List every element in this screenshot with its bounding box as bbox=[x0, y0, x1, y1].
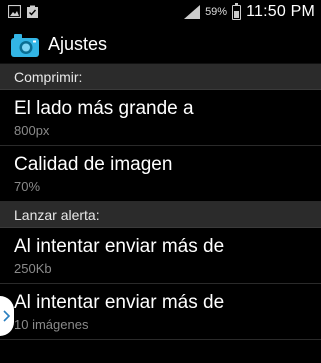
clipboard-check-icon bbox=[27, 5, 38, 18]
pref-summary: 70% bbox=[14, 179, 41, 194]
pref-summary: 800px bbox=[14, 123, 50, 138]
clock: 11:50 PM bbox=[246, 3, 315, 20]
status-bar: 59% 11:50 PM bbox=[0, 0, 321, 24]
pref-title: El lado más grande a bbox=[14, 98, 194, 119]
signal-icon bbox=[184, 5, 201, 19]
battery-icon bbox=[232, 2, 242, 20]
pref-title: Al intentar enviar más de bbox=[14, 236, 225, 257]
category-lanzar-alerta: Lanzar alerta: bbox=[0, 202, 321, 228]
pref-title: Calidad de imagen bbox=[14, 154, 173, 175]
pref-summary: 10 imágenes bbox=[14, 317, 89, 332]
category-comprimir: Comprimir: bbox=[0, 64, 321, 90]
app-title: Ajustes bbox=[48, 34, 108, 54]
pref-image-quality[interactable]: Calidad de imagen 70% bbox=[0, 146, 321, 202]
battery-percent: 59% bbox=[205, 6, 228, 18]
pref-title: Al intentar enviar más de bbox=[14, 292, 225, 313]
chevron-right-icon bbox=[3, 310, 10, 322]
gallery-icon bbox=[8, 5, 21, 18]
action-bar: Ajustes bbox=[0, 24, 321, 64]
pref-largest-side[interactable]: El lado más grande a 800px bbox=[0, 90, 321, 146]
pref-summary: 250Kb bbox=[14, 261, 52, 276]
pref-alert-count[interactable]: Al intentar enviar más de 10 imágenes bbox=[0, 284, 321, 340]
camera-icon[interactable] bbox=[10, 32, 40, 58]
pref-alert-size[interactable]: Al intentar enviar más de 250Kb bbox=[0, 228, 321, 284]
settings-list: Comprimir: El lado más grande a 800px Ca… bbox=[0, 64, 321, 340]
